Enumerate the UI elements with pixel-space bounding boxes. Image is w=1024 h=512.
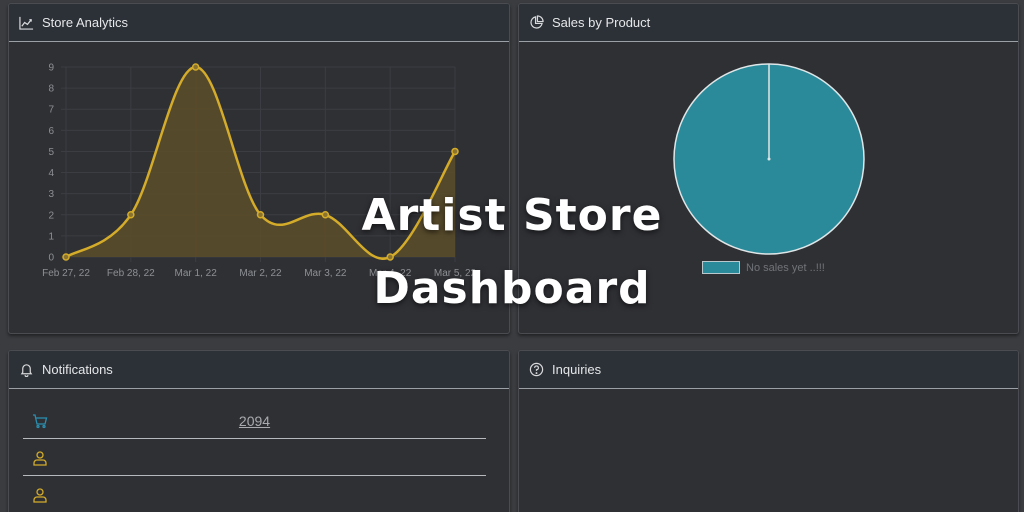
question-circle-icon — [528, 362, 544, 378]
store-analytics-header: Store Analytics — [9, 4, 509, 42]
notification-value[interactable]: 2094 — [23, 413, 486, 429]
y-tick-label: 4 — [48, 168, 54, 179]
pie-center — [767, 157, 771, 161]
line-chart-icon — [18, 15, 34, 31]
notifications-header: Notifications — [9, 351, 509, 389]
y-tick-label: 7 — [48, 105, 54, 116]
sales-by-product-title: Sales by Product — [552, 15, 651, 30]
pie-chart-icon — [528, 15, 544, 31]
user-icon — [32, 450, 48, 466]
user-icon — [32, 487, 48, 503]
overlay-title-line2: Dashboard — [373, 263, 651, 314]
dashboard-page: Store Analytics 0 1 2 3 4 5 6 7 8 9 Feb 27, 22 Feb … — [0, 0, 1024, 512]
bell-icon — [18, 362, 34, 378]
overlay-title-line1: Artist Store — [361, 190, 663, 241]
sales-by-product-header: Sales by Product — [519, 4, 1018, 42]
data-point — [62, 253, 70, 261]
inquiries-card: Inquiries — [518, 350, 1019, 512]
data-point — [451, 147, 459, 156]
y-tick-label: 5 — [48, 147, 54, 158]
data-point — [191, 63, 200, 71]
notification-row[interactable]: 2094 — [23, 402, 486, 439]
notification-row[interactable] — [23, 439, 486, 476]
y-tick-label: 8 — [48, 84, 54, 95]
data-point — [386, 253, 394, 261]
notification-row[interactable] — [23, 476, 486, 512]
y-tick-label: 0 — [48, 253, 54, 264]
store-analytics-title: Store Analytics — [42, 15, 128, 30]
inquiries-header: Inquiries — [519, 351, 1018, 389]
notifications-title: Notifications — [42, 362, 113, 377]
y-tick-label: 6 — [48, 126, 54, 137]
inquiries-title: Inquiries — [552, 362, 602, 377]
y-tick-label: 9 — [48, 63, 54, 74]
